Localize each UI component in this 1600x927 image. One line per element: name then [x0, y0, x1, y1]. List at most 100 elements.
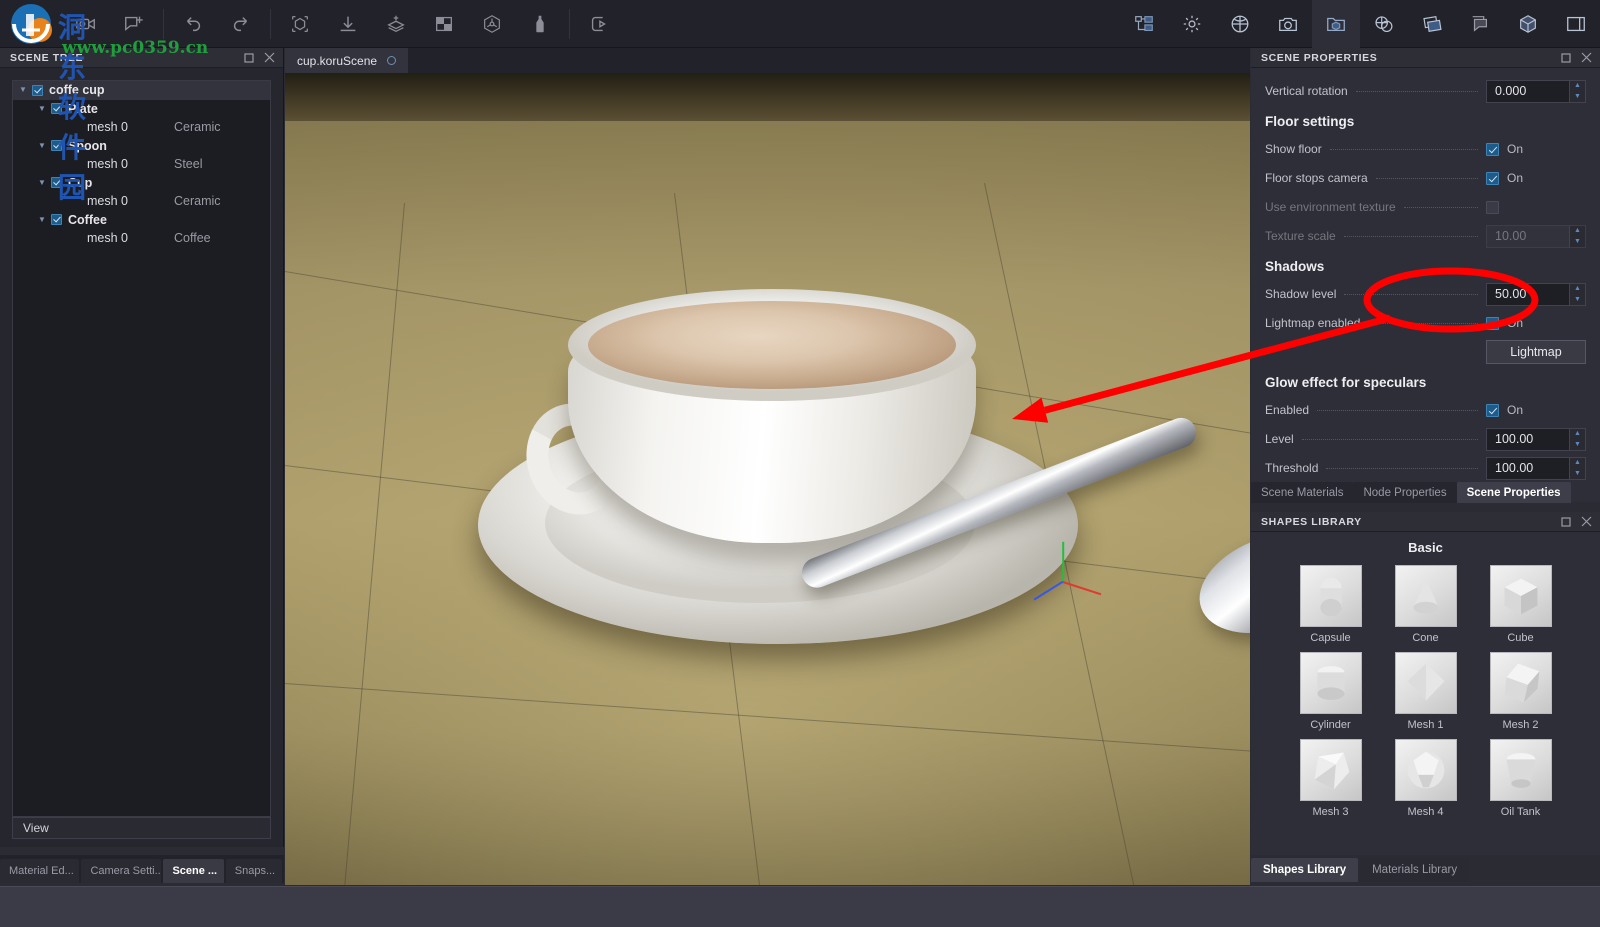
checkbox-show-floor[interactable] — [1486, 143, 1499, 156]
node-visibility-checkbox[interactable] — [51, 140, 62, 151]
layout-panel-icon[interactable] — [1552, 0, 1600, 48]
numeric-input-vertical-rotation[interactable]: 0.000▲▼ — [1486, 80, 1586, 103]
numeric-value: 100.00 — [1487, 432, 1533, 446]
numeric-input-level[interactable]: 100.00 ▲▼ — [1486, 428, 1586, 451]
node-graph-icon[interactable] — [468, 0, 516, 48]
spinner-up-icon[interactable]: ▲ — [1570, 429, 1585, 440]
shapes-tab-0[interactable]: Shapes Library — [1251, 858, 1358, 882]
shape-item-capsule[interactable]: Capsule — [1283, 565, 1378, 644]
tree-row[interactable]: ▼Spoon — [13, 137, 270, 156]
spinner-down-icon[interactable]: ▼ — [1570, 468, 1585, 479]
tree-row[interactable]: ▼Plate — [13, 100, 270, 119]
shape-item-oil-tank[interactable]: Oil Tank — [1473, 739, 1568, 818]
tree-row[interactable]: ▼Cup — [13, 174, 270, 193]
tree-row[interactable]: mesh 0Ceramic — [13, 118, 270, 137]
material-bottle-icon[interactable] — [516, 0, 564, 48]
maximize-icon[interactable] — [1558, 50, 1574, 66]
checkbox-lightmap-enabled[interactable] — [1486, 317, 1499, 330]
redo-icon[interactable] — [217, 0, 265, 48]
shape-item-cube[interactable]: Cube — [1473, 565, 1568, 644]
node-visibility-checkbox[interactable] — [51, 214, 62, 225]
scene-tree-icon[interactable] — [1120, 0, 1168, 48]
shape-item-mesh-1[interactable]: Mesh 1 — [1378, 652, 1473, 731]
spinner-arrows[interactable]: ▲▼ — [1569, 458, 1585, 479]
add-layer-icon[interactable] — [372, 0, 420, 48]
camera-icon[interactable] — [1264, 0, 1312, 48]
transform-object-icon[interactable] — [276, 0, 324, 48]
checkbox-floor-stops-camera[interactable] — [1486, 172, 1499, 185]
comments-icon[interactable] — [1456, 0, 1504, 48]
spinner-up-icon[interactable]: ▲ — [1570, 284, 1585, 295]
shape-item-cylinder[interactable]: Cylinder — [1283, 652, 1378, 731]
spinner-down-icon[interactable]: ▼ — [1570, 439, 1585, 450]
chevron-down-icon[interactable]: ▼ — [38, 216, 51, 224]
spinner-down-icon[interactable]: ▼ — [1570, 91, 1585, 102]
tree-node-material: Ceramic — [174, 194, 221, 208]
materials-library-icon[interactable] — [1360, 0, 1408, 48]
spinner-up-icon[interactable]: ▲ — [1570, 81, 1585, 92]
viewport-3d[interactable] — [285, 73, 1250, 885]
tree-row[interactable]: ▼ coffe cup — [13, 81, 270, 100]
environment-globe-icon[interactable] — [1216, 0, 1264, 48]
spoon-bowl-mesh[interactable] — [1186, 515, 1250, 651]
tree-row[interactable]: mesh 0Steel — [13, 155, 270, 174]
left-tab-0[interactable]: Material Ed... — [0, 859, 79, 883]
close-icon[interactable] — [1578, 514, 1594, 530]
maximize-icon[interactable] — [241, 50, 257, 66]
tree-row[interactable]: mesh 0Coffee — [13, 229, 270, 248]
close-icon[interactable] — [261, 50, 277, 66]
chevron-down-icon[interactable]: ▼ — [19, 86, 32, 94]
left-tab-1[interactable]: Camera Setti... — [81, 859, 161, 883]
gear-icon[interactable] — [1168, 0, 1216, 48]
shape-item-mesh-2[interactable]: Mesh 2 — [1473, 652, 1568, 731]
publish-icon[interactable] — [575, 0, 623, 48]
tree-row[interactable]: ▼Coffee — [13, 211, 270, 230]
numeric-input-texture-scale: 10.00▲▼ — [1486, 225, 1586, 248]
checker-texture-icon[interactable] — [420, 0, 468, 48]
properties-tab-0[interactable]: Scene Materials — [1251, 482, 1353, 503]
shape-item-mesh-3[interactable]: Mesh 3 — [1283, 739, 1378, 818]
numeric-input-shadow-level[interactable]: 50.00▲▼ — [1486, 283, 1586, 306]
node-visibility-checkbox[interactable] — [51, 177, 62, 188]
chevron-down-icon[interactable]: ▼ — [38, 179, 51, 187]
images-icon[interactable] — [1408, 0, 1456, 48]
add-note-icon[interactable] — [110, 0, 158, 48]
shape-item-mesh-4[interactable]: Mesh 4 — [1378, 739, 1473, 818]
assets-folder-icon[interactable] — [1312, 0, 1360, 48]
lightmap-button[interactable]: Lightmap — [1486, 340, 1586, 364]
properties-tab-1[interactable]: Node Properties — [1353, 482, 1456, 503]
spinner-arrows[interactable]: ▲▼ — [1569, 429, 1585, 450]
document-tab-label: cup.koruScene — [297, 54, 377, 68]
node-visibility-checkbox[interactable] — [51, 103, 62, 114]
import-icon[interactable] — [324, 0, 372, 48]
spinner-arrows[interactable]: ▲▼ — [1569, 284, 1585, 305]
toolbar-spacer — [623, 0, 1120, 48]
checkbox-enabled[interactable] — [1486, 404, 1499, 417]
view-button[interactable]: View — [12, 817, 271, 839]
left-tab-3[interactable]: Snaps... — [226, 859, 282, 883]
undo-icon[interactable] — [169, 0, 217, 48]
shape-item-cone[interactable]: Cone — [1378, 565, 1473, 644]
scene-tree-list[interactable]: ▼coffe cup▼Platemesh 0Ceramic▼Spoonmesh … — [12, 80, 271, 817]
spinner-down-icon[interactable]: ▼ — [1570, 294, 1585, 305]
tree-row[interactable]: mesh 0Ceramic — [13, 192, 270, 211]
spinner-arrows[interactable]: ▲▼ — [1569, 81, 1585, 102]
maximize-icon[interactable] — [1558, 514, 1574, 530]
tree-node-label: coffe cup — [49, 83, 105, 97]
shapes-cube-icon[interactable] — [1504, 0, 1552, 48]
document-tab-cup-koruscene[interactable]: cup.koruScene — [285, 48, 408, 73]
properties-tab-2[interactable]: Scene Properties — [1457, 482, 1571, 503]
chevron-down-icon[interactable]: ▼ — [38, 142, 51, 150]
node-visibility-checkbox[interactable] — [32, 85, 43, 96]
video-camera-settings-icon[interactable] — [62, 0, 110, 48]
shapes-tab-1[interactable]: Materials Library — [1360, 858, 1469, 882]
numeric-input-threshold[interactable]: 100.00▲▼ — [1486, 457, 1586, 480]
chevron-down-icon[interactable]: ▼ — [38, 105, 51, 113]
spinner-up-icon[interactable]: ▲ — [1570, 458, 1585, 469]
axis-gizmo[interactable] — [1063, 581, 1064, 582]
coffee-cup-model[interactable] — [285, 73, 1250, 885]
coffee-mesh[interactable] — [588, 301, 956, 389]
left-tab-2[interactable]: Scene ... — [163, 859, 223, 883]
property-row: Threshold100.00▲▼ — [1265, 455, 1586, 481]
close-icon[interactable] — [1578, 50, 1594, 66]
